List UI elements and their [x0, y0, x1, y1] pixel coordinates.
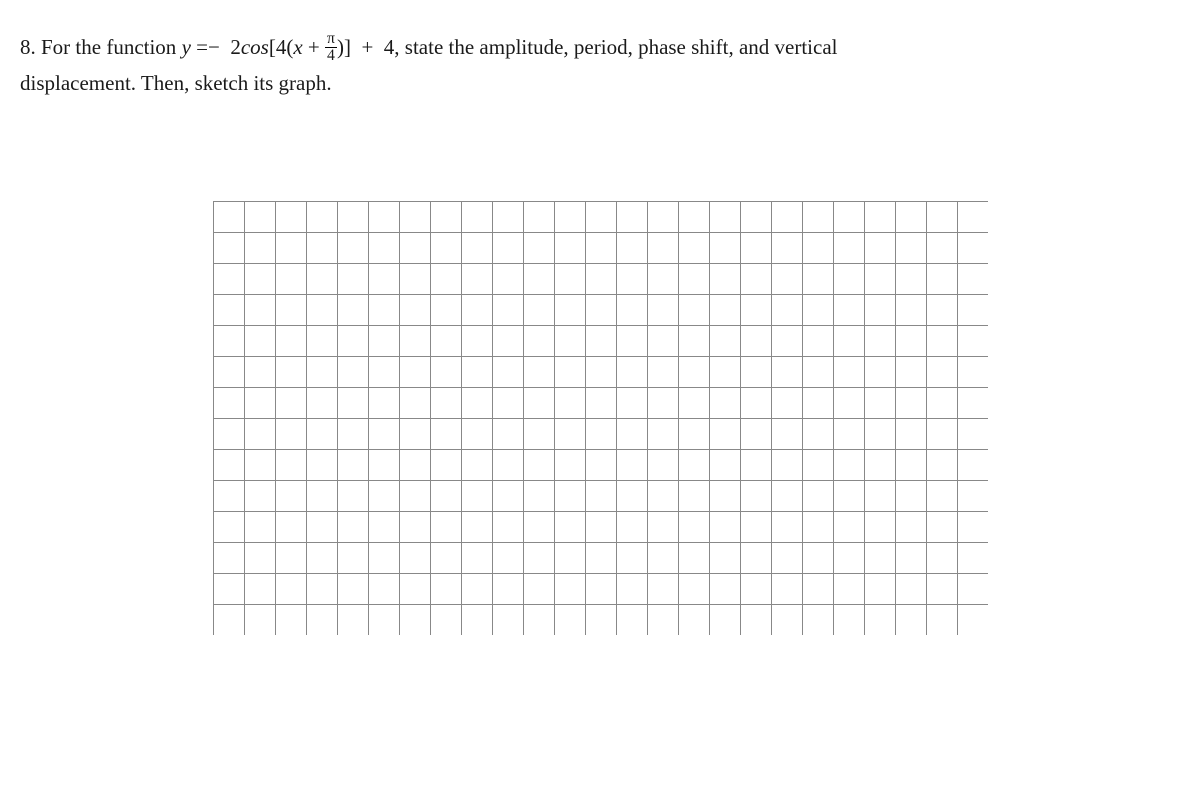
math-plus: +	[308, 35, 320, 59]
question-text: 8. For the function y =− 2cos[4(x + π4)]…	[20, 30, 1180, 101]
math-equals: =−	[196, 35, 220, 59]
fraction-numerator: π	[325, 31, 337, 48]
math-plus2: +	[361, 35, 373, 59]
math-y: y	[182, 35, 191, 59]
question-suffix1: state the amplitude, period, phase shift…	[405, 35, 838, 59]
math-func: cos	[241, 35, 269, 59]
question-number: 8.	[20, 35, 36, 59]
grid-svg	[213, 201, 988, 635]
math-bracket-close: )]	[337, 35, 351, 59]
math-x: x	[293, 35, 302, 59]
math-const: 4,	[384, 35, 400, 59]
fraction-denominator: 4	[325, 48, 337, 64]
math-bracket-open: [4(	[269, 35, 294, 59]
math-coef: 2	[230, 35, 241, 59]
question-suffix2: displacement. Then, sketch its graph.	[20, 71, 332, 95]
math-fraction: π4	[325, 31, 337, 64]
grid-container	[20, 201, 1180, 635]
question-prefix: For the function	[41, 35, 176, 59]
graph-grid	[213, 201, 988, 635]
